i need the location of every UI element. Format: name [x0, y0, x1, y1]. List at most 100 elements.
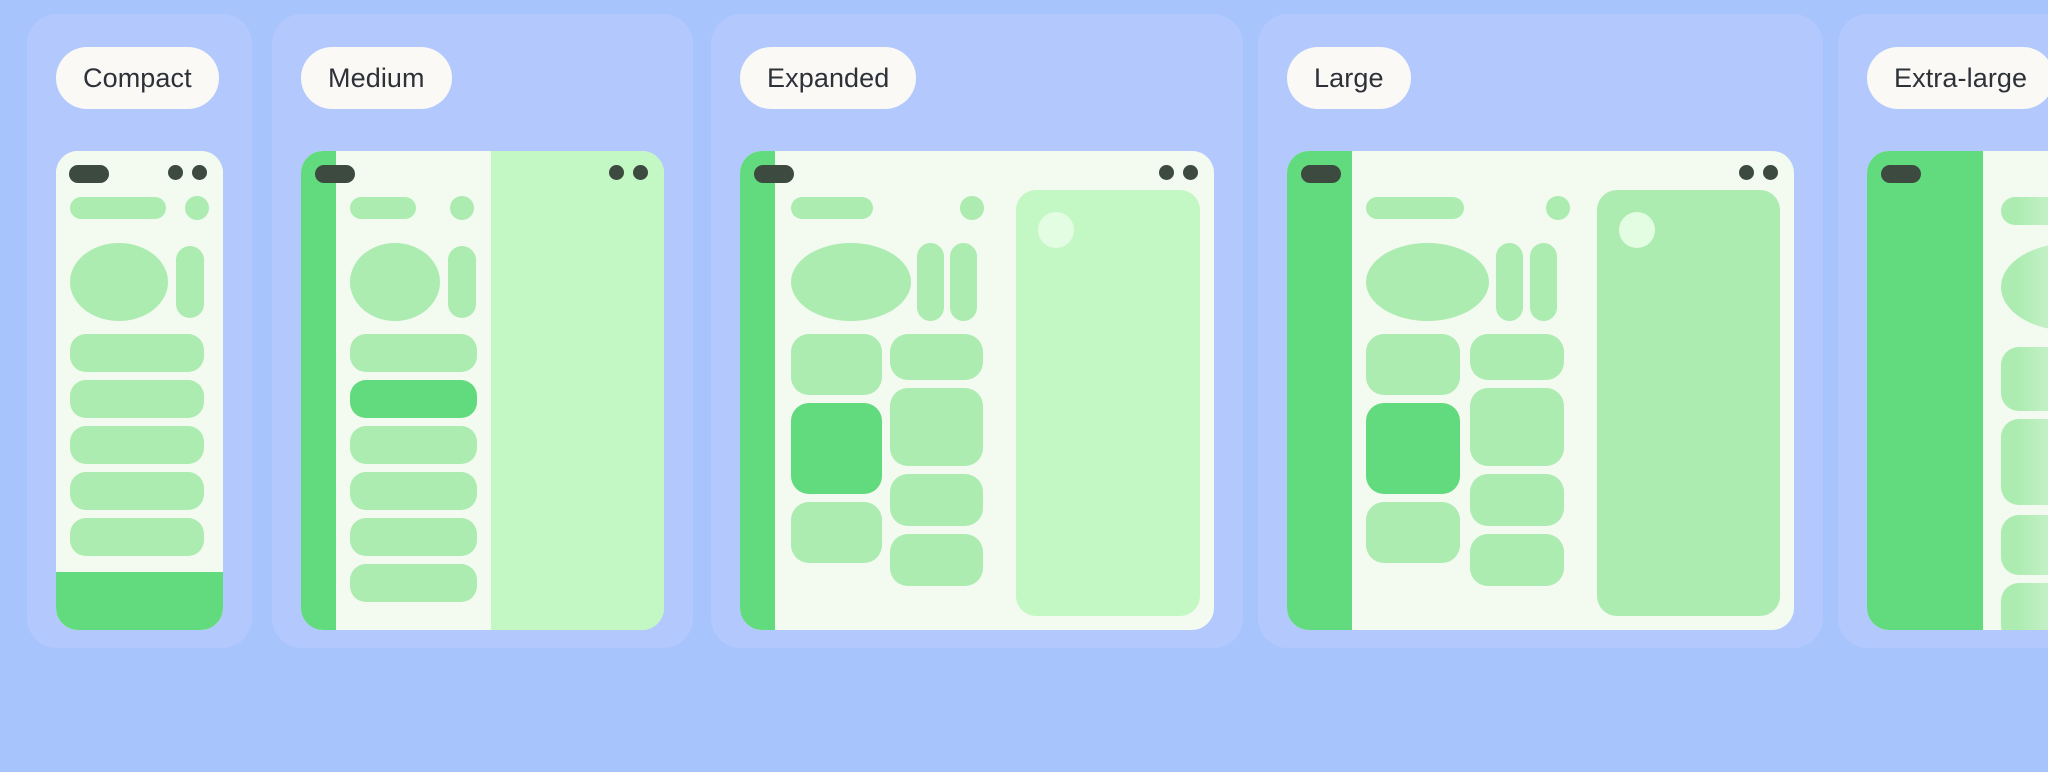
bottom-navigation-bar[interactable] — [56, 572, 223, 630]
window-dot-icon — [1739, 165, 1754, 180]
size-class-chip-expanded: Expanded — [740, 47, 917, 109]
content-list-expanded — [775, 151, 1000, 630]
window-controls — [1159, 165, 1198, 180]
grid-tile[interactable] — [2001, 347, 2048, 411]
avatar-placeholder — [450, 196, 474, 220]
grid-tile[interactable] — [2001, 583, 2048, 630]
size-class-card-compact[interactable]: Compact — [27, 14, 252, 648]
grid-tile[interactable] — [890, 534, 983, 586]
title-placeholder — [2001, 197, 2048, 225]
side-card-placeholder — [917, 243, 944, 321]
breakpoint-ruler: 600 dp 840 dp 1200 dp 1600 dp — [0, 648, 2048, 772]
hero-card-placeholder — [70, 243, 168, 321]
window-controls — [168, 165, 207, 180]
grid-tile[interactable] — [1470, 388, 1564, 466]
list-item[interactable] — [350, 564, 477, 602]
avatar-placeholder — [1546, 196, 1570, 220]
window-dot-icon — [1159, 165, 1174, 180]
window-dot-icon — [168, 165, 183, 180]
content-list-medium — [336, 151, 491, 630]
window-dot-icon — [633, 165, 648, 180]
title-placeholder — [1366, 197, 1464, 219]
size-class-label: Large — [1314, 62, 1384, 93]
grid-tile[interactable] — [1470, 474, 1564, 526]
side-card-placeholder — [448, 246, 476, 318]
navigation-rail[interactable] — [1287, 151, 1352, 630]
size-class-chip-large: Large — [1287, 47, 1411, 109]
size-class-label: Medium — [328, 62, 425, 93]
grid-tile-selected[interactable] — [791, 403, 882, 494]
detail-pane[interactable] — [1016, 190, 1200, 616]
device-mockup-expanded — [740, 151, 1214, 630]
navigation-rail[interactable] — [1867, 151, 1983, 630]
device-mockup-compact — [56, 151, 223, 630]
window-dot-icon — [192, 165, 207, 180]
grid-tile[interactable] — [1366, 502, 1460, 563]
list-item[interactable] — [70, 518, 204, 556]
grid-tile[interactable] — [890, 388, 983, 466]
grid-tile-selected[interactable] — [1366, 403, 1460, 494]
hero-card-placeholder — [2001, 243, 2048, 331]
device-mockup-extra-large — [1867, 151, 2048, 630]
grid-tile[interactable] — [890, 334, 983, 380]
list-item[interactable] — [70, 334, 204, 372]
window-dot-icon — [1763, 165, 1778, 180]
grid-tile[interactable] — [890, 474, 983, 526]
list-item[interactable] — [350, 426, 477, 464]
list-item[interactable] — [350, 518, 477, 556]
side-card-placeholder — [1530, 243, 1557, 321]
avatar-placeholder — [185, 196, 209, 220]
grid-tile[interactable] — [1470, 334, 1564, 380]
camera-pill-icon — [1881, 165, 1921, 183]
window-dot-icon — [1183, 165, 1198, 180]
grid-tile[interactable] — [2001, 515, 2048, 575]
size-class-label: Compact — [83, 62, 192, 93]
avatar-placeholder — [960, 196, 984, 220]
side-card-placeholder — [1496, 243, 1523, 321]
camera-pill-icon — [69, 165, 109, 183]
list-item[interactable] — [350, 472, 477, 510]
size-class-chip-medium: Medium — [301, 47, 452, 109]
content-list-compact — [56, 151, 223, 630]
hero-card-placeholder — [1366, 243, 1489, 321]
size-class-cards-row: Compact Medium Expanded Large Extra-larg… — [0, 0, 2048, 648]
detail-avatar-icon — [1619, 212, 1655, 248]
list-item[interactable] — [70, 380, 204, 418]
window-controls — [1739, 165, 1778, 180]
camera-pill-icon — [754, 165, 794, 183]
side-card-placeholder — [176, 246, 204, 318]
grid-tile[interactable] — [2001, 419, 2048, 505]
detail-pane[interactable] — [491, 151, 664, 630]
list-item[interactable] — [70, 426, 204, 464]
size-class-chip-compact: Compact — [56, 47, 219, 109]
camera-pill-icon — [1301, 165, 1341, 183]
navigation-rail[interactable] — [301, 151, 336, 630]
size-class-chip-extra-large: Extra-large — [1867, 47, 2048, 109]
list-item[interactable] — [350, 334, 477, 372]
grid-tile[interactable] — [1366, 334, 1460, 395]
navigation-rail[interactable] — [740, 151, 775, 630]
title-placeholder — [350, 197, 416, 219]
title-placeholder — [70, 197, 166, 219]
device-mockup-medium — [301, 151, 664, 630]
hero-card-placeholder — [350, 243, 440, 321]
grid-tile[interactable] — [791, 502, 882, 563]
grid-tile[interactable] — [1470, 534, 1564, 586]
window-dot-icon — [609, 165, 624, 180]
title-placeholder — [791, 197, 873, 219]
size-class-card-expanded[interactable]: Expanded — [711, 14, 1243, 648]
grid-tile[interactable] — [791, 334, 882, 395]
list-item[interactable] — [70, 472, 204, 510]
content-list-extra-large — [1983, 151, 2048, 630]
side-card-placeholder — [950, 243, 977, 321]
list-item-selected[interactable] — [350, 380, 477, 418]
size-class-card-medium[interactable]: Medium — [272, 14, 693, 648]
detail-avatar-icon — [1038, 212, 1074, 248]
size-class-diagram: Compact Medium Expanded Large Extra-larg… — [0, 0, 2048, 772]
size-class-card-extra-large[interactable]: Extra-large — [1838, 14, 2048, 648]
size-class-label: Expanded — [767, 62, 890, 93]
size-class-card-large[interactable]: Large — [1258, 14, 1823, 648]
hero-card-placeholder — [791, 243, 911, 321]
size-class-label: Extra-large — [1894, 62, 2028, 93]
detail-pane[interactable] — [1597, 190, 1780, 616]
